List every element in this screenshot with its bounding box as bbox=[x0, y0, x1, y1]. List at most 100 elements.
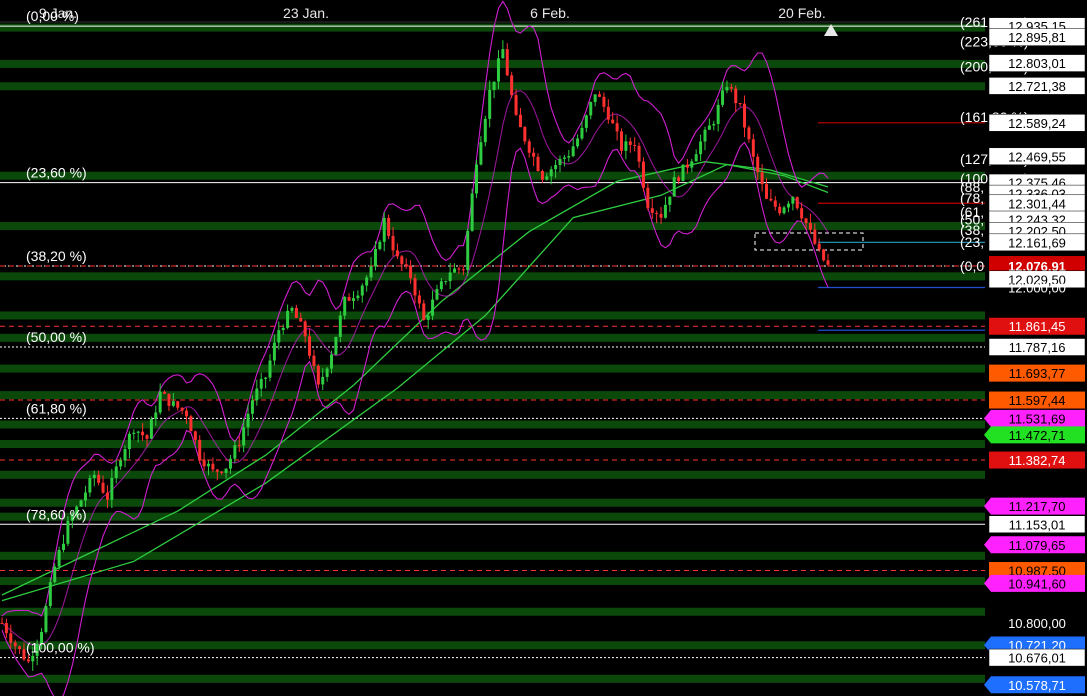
candle-131 bbox=[576, 138, 579, 146]
green-zone-2 bbox=[0, 82, 985, 90]
candle-133 bbox=[585, 115, 588, 127]
candle-26 bbox=[115, 466, 118, 478]
green-zone-10 bbox=[0, 420, 985, 428]
axis-label-26: 10.941,60 bbox=[1008, 576, 1066, 591]
axis-label-22: 11.217,70 bbox=[1009, 499, 1066, 514]
candle-115 bbox=[506, 49, 509, 75]
candle-145 bbox=[638, 146, 641, 162]
candle-46 bbox=[203, 460, 206, 467]
candle-4 bbox=[18, 646, 21, 649]
candle-45 bbox=[198, 440, 201, 460]
green-zone-0 bbox=[0, 24, 985, 32]
candle-186 bbox=[818, 244, 821, 250]
axis-label-23: 11.153,01 bbox=[1009, 517, 1066, 532]
candle-169 bbox=[743, 104, 746, 128]
fib-ext-label-12: (0,0 bbox=[960, 258, 984, 274]
candle-165 bbox=[725, 87, 728, 90]
candle-117 bbox=[515, 95, 518, 115]
candle-187 bbox=[822, 249, 825, 260]
candle-90 bbox=[396, 250, 399, 256]
x-tick-3: 20 Feb. bbox=[778, 5, 825, 21]
candle-1 bbox=[5, 623, 8, 633]
candle-82 bbox=[361, 286, 364, 296]
candle-40 bbox=[176, 401, 179, 408]
fib-label-2: (38,20 %) bbox=[26, 248, 87, 264]
candle-164 bbox=[721, 90, 724, 104]
candle-34 bbox=[150, 419, 153, 439]
axis-label-15: 11.861,45 bbox=[1009, 319, 1066, 334]
candle-51 bbox=[225, 469, 228, 473]
axis-label-3: 12.721,38 bbox=[1008, 79, 1066, 94]
candlestick-chart[interactable]: 9 Jan.23 Jan.6 Feb.20 Feb.(0,00 %)(23,60… bbox=[0, 0, 1087, 696]
candle-65 bbox=[286, 311, 289, 328]
candle-130 bbox=[572, 146, 575, 156]
candle-173 bbox=[761, 172, 764, 184]
fib-label-6: (100,00 %) bbox=[26, 640, 94, 656]
fib-label-0: (0,00 %) bbox=[26, 8, 79, 24]
candle-105 bbox=[462, 269, 465, 270]
candle-155 bbox=[682, 165, 685, 182]
candle-188 bbox=[827, 260, 830, 264]
candle-129 bbox=[567, 156, 570, 157]
candle-172 bbox=[756, 157, 759, 173]
candle-97 bbox=[427, 316, 430, 320]
candle-134 bbox=[589, 102, 592, 115]
candle-125 bbox=[550, 169, 553, 176]
candle-80 bbox=[352, 298, 355, 301]
candle-86 bbox=[378, 242, 381, 249]
candle-183 bbox=[805, 218, 808, 223]
axis-label-1: 12.895,81 bbox=[1008, 30, 1066, 45]
candle-79 bbox=[348, 297, 351, 301]
candle-126 bbox=[554, 165, 557, 169]
candle-135 bbox=[594, 94, 597, 102]
green-zone-6 bbox=[0, 311, 985, 319]
axis-label-4: 12.589,24 bbox=[1008, 116, 1066, 131]
candle-6 bbox=[27, 659, 30, 661]
candle-144 bbox=[633, 145, 636, 146]
candle-118 bbox=[519, 115, 522, 127]
green-zone-12 bbox=[0, 471, 985, 479]
candle-30 bbox=[132, 433, 135, 434]
candle-7 bbox=[31, 656, 34, 661]
candle-184 bbox=[809, 223, 812, 230]
candle-170 bbox=[747, 127, 750, 139]
candle-121 bbox=[532, 153, 535, 157]
candle-113 bbox=[497, 58, 500, 81]
candle-33 bbox=[145, 435, 148, 439]
candle-72 bbox=[317, 366, 320, 385]
axis-label-11: 12.161,69 bbox=[1008, 235, 1066, 250]
candle-89 bbox=[392, 236, 395, 250]
candle-93 bbox=[409, 266, 412, 279]
candle-70 bbox=[308, 336, 311, 355]
green-zone-11 bbox=[0, 440, 985, 448]
candle-83 bbox=[365, 277, 368, 285]
candle-109 bbox=[479, 142, 482, 164]
candle-38 bbox=[167, 394, 170, 406]
candle-175 bbox=[769, 199, 772, 201]
candle-37 bbox=[163, 392, 166, 394]
candle-111 bbox=[488, 90, 491, 119]
candle-141 bbox=[620, 131, 623, 150]
candle-62 bbox=[273, 342, 276, 360]
candle-53 bbox=[233, 445, 236, 459]
axis-label-24: 11.079,65 bbox=[1009, 538, 1066, 553]
candle-88 bbox=[387, 218, 390, 236]
candle-25 bbox=[110, 478, 113, 500]
axis-label-27: 10.800,00 bbox=[1008, 616, 1066, 631]
candle-48 bbox=[211, 464, 214, 470]
candle-179 bbox=[787, 204, 790, 208]
fib-ext-label-11: (23, bbox=[960, 234, 984, 250]
candle-162 bbox=[712, 124, 715, 125]
candle-63 bbox=[277, 330, 280, 342]
candle-185 bbox=[813, 230, 816, 244]
candle-73 bbox=[321, 377, 324, 384]
fib-label-5: (78,60 %) bbox=[26, 506, 87, 522]
candle-44 bbox=[194, 431, 197, 440]
candle-138 bbox=[607, 107, 610, 120]
candle-69 bbox=[304, 322, 307, 337]
candle-12 bbox=[53, 566, 56, 582]
candle-96 bbox=[422, 303, 425, 319]
candle-64 bbox=[282, 328, 285, 330]
candle-182 bbox=[800, 208, 803, 218]
candle-110 bbox=[484, 119, 487, 142]
